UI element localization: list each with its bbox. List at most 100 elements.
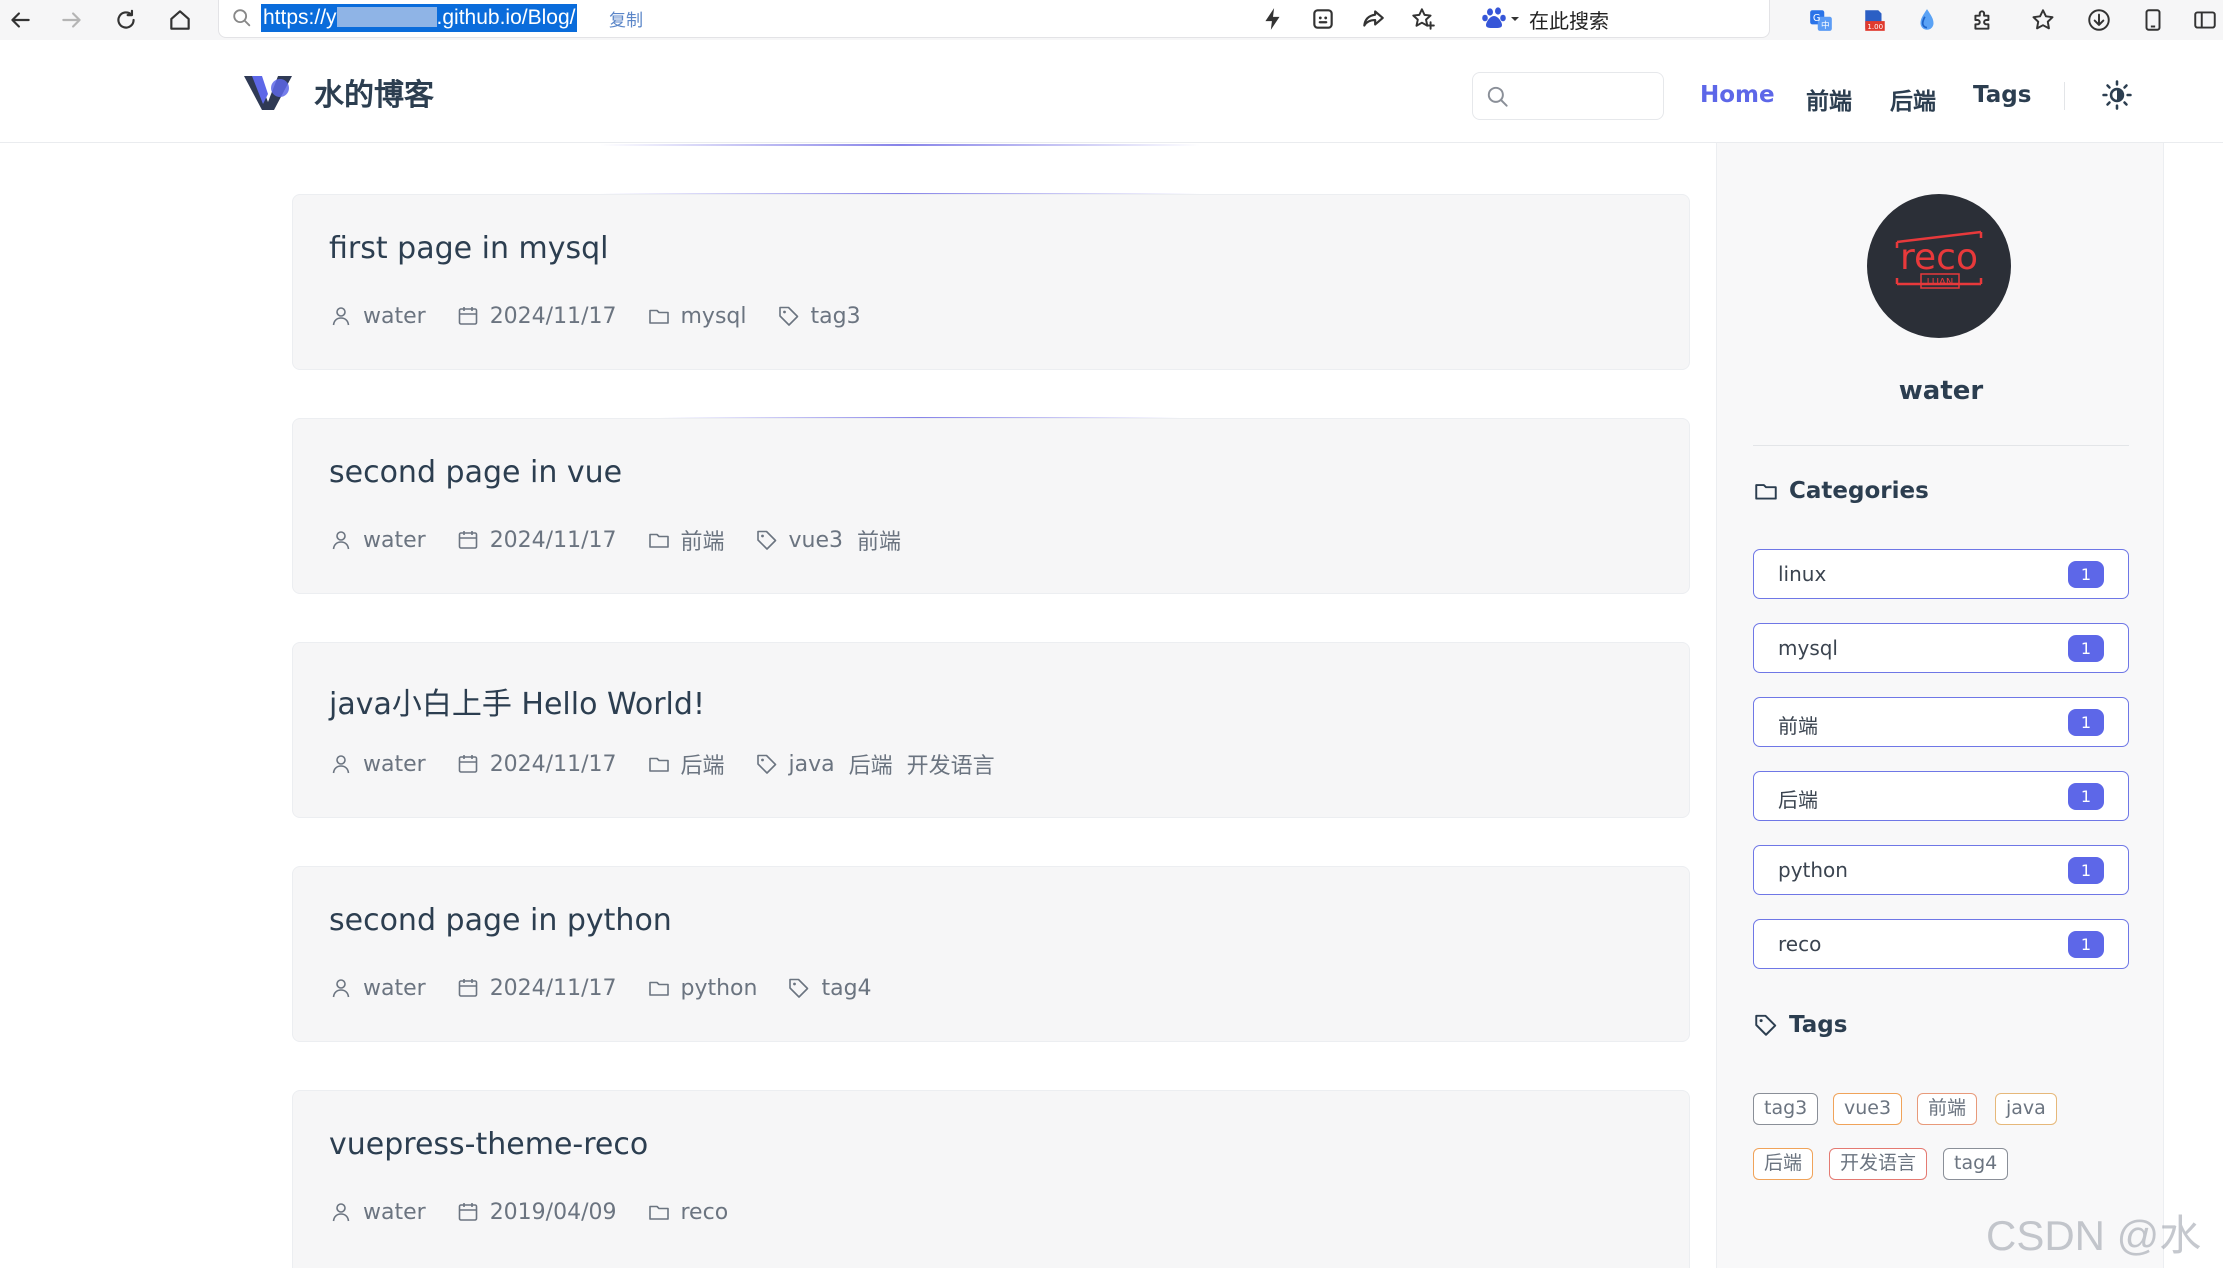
post-category[interactable]: 后端 [647, 748, 725, 780]
post-date: 2024/11/17 [456, 528, 617, 553]
category-item-python[interactable]: python 1 [1753, 845, 2129, 895]
post-tags[interactable]: vue3 前端 [755, 524, 901, 556]
tag-icon [756, 754, 776, 774]
glow-divider [600, 144, 1200, 146]
category-item-backend[interactable]: 后端 1 [1753, 771, 2129, 821]
post-author[interactable]: water [329, 1200, 426, 1225]
site-title[interactable]: 水的博客 [314, 70, 434, 114]
category-count-badge: 1 [2068, 635, 2104, 662]
tags-heading: Tags [1753, 1012, 1847, 1038]
site-logo[interactable] [242, 70, 294, 114]
post-title[interactable]: vuepress-theme-reco [329, 1127, 648, 1162]
post-author[interactable]: water [329, 304, 426, 329]
tag-chip[interactable]: 开发语言 [1829, 1148, 1928, 1180]
post-date: 2024/11/17 [456, 976, 617, 1001]
info-sidebar: reco LUAN water Categories linux 1 mysql… [1716, 143, 2164, 1268]
user-icon [332, 1203, 350, 1222]
url-text[interactable]: https://y .github.io/Blog/ [261, 4, 578, 32]
nav-tags[interactable]: Tags [1973, 82, 2031, 108]
address-bar[interactable]: https://y .github.io/Blog/ 复制 在此搜索 [218, 0, 1770, 38]
post-meta: water 2024/11/17 python tag4 [329, 973, 902, 1003]
tag-chip[interactable]: tag4 [1943, 1148, 2009, 1180]
post-card[interactable]: second page in vue water 2024/11/17 前端 v… [292, 418, 1690, 594]
category-item-mysql[interactable]: mysql 1 [1753, 623, 2129, 673]
post-title[interactable]: second page in python [329, 903, 672, 938]
device-icon[interactable] [2138, 5, 2168, 35]
post-title[interactable]: second page in vue [329, 455, 622, 490]
forward-icon[interactable] [56, 4, 88, 36]
site-search-input[interactable] [1472, 72, 1664, 120]
post-title[interactable]: java小白上手 Hello World! [329, 679, 705, 723]
post-category[interactable]: mysql [647, 304, 747, 329]
share-icon[interactable] [1359, 5, 1387, 33]
back-icon[interactable] [4, 4, 36, 36]
post-card[interactable]: java小白上手 Hello World! water 2024/11/17 后… [292, 642, 1690, 818]
post-tag[interactable]: 开发语言 [907, 748, 995, 780]
category-count-badge: 1 [2068, 561, 2104, 588]
post-tag[interactable]: tag4 [821, 976, 871, 1001]
post-category[interactable]: reco [647, 1200, 728, 1225]
copy-url-button[interactable]: 复制 [609, 6, 643, 31]
star-plus-icon[interactable] [1409, 5, 1437, 33]
post-tag[interactable]: tag3 [811, 304, 861, 329]
post-tag[interactable]: vue3 [789, 528, 844, 553]
screenshot-icon[interactable] [1309, 5, 1337, 33]
tag-chip[interactable]: 前端 [1917, 1093, 1978, 1125]
site-navbar: 水的博客 Home 前端 后端 Tags [0, 40, 2223, 143]
post-tag[interactable]: 前端 [857, 524, 901, 556]
nav-home[interactable]: Home [1700, 82, 1775, 108]
category-item-frontend[interactable]: 前端 1 [1753, 697, 2129, 747]
tag-chip[interactable]: vue3 [1833, 1093, 1903, 1125]
svg-text:LUAN: LUAN [1927, 277, 1954, 288]
tag-chip[interactable]: tag3 [1753, 1093, 1819, 1125]
post-author[interactable]: water [329, 752, 426, 777]
category-item-reco[interactable]: reco 1 [1753, 919, 2129, 969]
user-icon [332, 755, 350, 774]
drop-extension-icon[interactable] [1912, 5, 1942, 35]
browser-toolbar: https://y .github.io/Blog/ 复制 在此搜索 G中 1.0… [0, 0, 2223, 40]
post-meta: water 2024/11/17 后端 java 后端 开发语言 [329, 749, 1025, 779]
author-name: water [1898, 376, 1984, 406]
nav-divider [2064, 82, 2065, 110]
post-category[interactable]: 前端 [647, 524, 725, 556]
category-item-linux[interactable]: linux 1 [1753, 549, 2129, 599]
lightning-icon[interactable] [1259, 5, 1287, 33]
speed-test-icon[interactable]: 1.00 [1860, 5, 1890, 35]
post-card[interactable]: vuepress-theme-reco water 2019/04/09 rec… [292, 1090, 1690, 1268]
svg-text:reco: reco [1900, 237, 1978, 278]
post-author[interactable]: water [329, 528, 426, 553]
post-tags[interactable]: tag3 [777, 304, 861, 329]
calendar-icon [458, 307, 477, 325]
post-card[interactable]: second page in python water 2024/11/17 p… [292, 866, 1690, 1042]
translate-icon[interactable]: G中 [1806, 5, 1836, 35]
post-category[interactable]: python [647, 976, 757, 1001]
folder-icon [648, 533, 669, 548]
tag-icon [789, 978, 809, 998]
bookmark-star-icon[interactable] [2028, 5, 2058, 35]
engine-search-label[interactable]: 在此搜索 [1529, 5, 1609, 34]
post-author[interactable]: water [329, 976, 426, 1001]
avatar: reco LUAN [1867, 194, 2011, 338]
post-tag[interactable]: java [789, 752, 835, 777]
folder-icon [648, 1205, 669, 1220]
tag-icon [778, 306, 798, 326]
reload-icon[interactable] [110, 4, 142, 36]
baidu-paw-icon[interactable] [1479, 4, 1523, 34]
post-meta: water 2019/04/09 reco [329, 1197, 758, 1227]
extensions-puzzle-icon[interactable] [1968, 5, 1998, 35]
nav-backend[interactable]: 后端 [1890, 82, 1936, 116]
calendar-icon [458, 531, 477, 549]
theme-toggle-sun-icon[interactable] [2100, 78, 2134, 112]
sidebar-panel-icon[interactable] [2190, 5, 2220, 35]
tag-chip[interactable]: 后端 [1753, 1148, 1814, 1180]
tag-chip[interactable]: java [1995, 1093, 2057, 1125]
nav-frontend[interactable]: 前端 [1806, 82, 1852, 116]
post-card[interactable]: first page in mysql water 2024/11/17 mys… [292, 194, 1690, 370]
post-tags[interactable]: java 后端 开发语言 [755, 748, 995, 780]
post-tag[interactable]: 后端 [849, 748, 893, 780]
download-icon[interactable] [2084, 5, 2114, 35]
home-icon[interactable] [164, 4, 196, 36]
post-title[interactable]: first page in mysql [329, 231, 609, 266]
post-tags[interactable]: tag4 [787, 976, 872, 1001]
svg-text:G: G [1813, 13, 1821, 24]
